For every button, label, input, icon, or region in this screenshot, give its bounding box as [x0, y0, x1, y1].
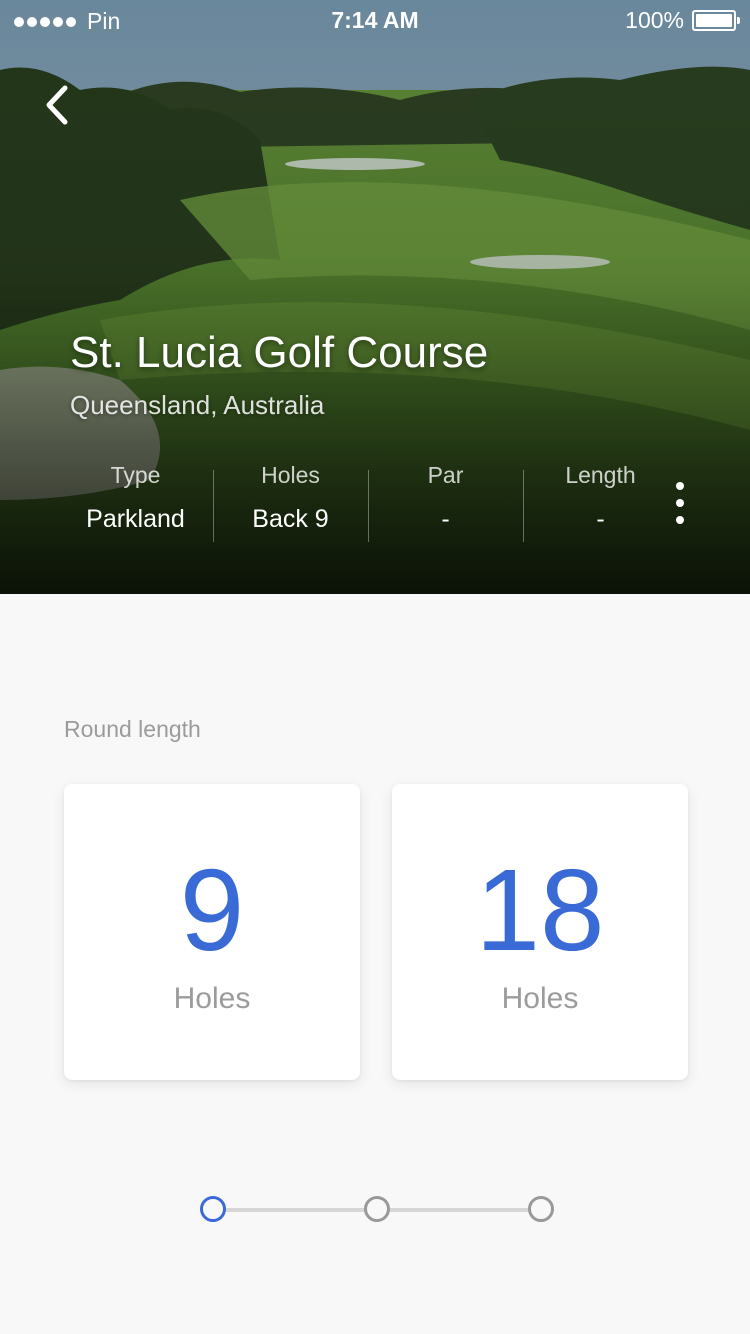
step-1-indicator[interactable]: [200, 1196, 226, 1222]
more-options-button[interactable]: [664, 478, 696, 528]
more-vertical-icon: [676, 516, 684, 524]
chevron-left-icon: [46, 85, 68, 125]
back-button[interactable]: [38, 82, 78, 130]
hole-count: 18: [475, 845, 605, 975]
stat-value: Back 9: [252, 505, 329, 533]
battery-percent: 100%: [625, 7, 684, 33]
stat-value: -: [596, 505, 605, 533]
step-3-indicator[interactable]: [528, 1196, 554, 1222]
round-option-18-holes[interactable]: 18 Holes: [392, 784, 688, 1080]
round-length-label: Round length: [64, 716, 201, 742]
hole-unit: Holes: [173, 982, 251, 1015]
progress-stepper: [200, 1196, 556, 1224]
stat-value: Parkland: [86, 505, 185, 533]
course-hero: Pin 7:14 AM 100% St. Lucia Golf Course Q…: [0, 0, 750, 594]
stat-value: -: [441, 505, 450, 533]
status-bar: Pin 7:14 AM 100%: [0, 0, 750, 40]
more-vertical-icon: [676, 499, 684, 507]
stat-label: Par: [427, 462, 464, 488]
course-stats: Type Parkland Holes Back 9 Par - Length …: [58, 458, 678, 548]
stat-length: Length -: [523, 458, 678, 548]
battery-info: 100%: [625, 7, 740, 34]
hole-count: 9: [179, 845, 245, 975]
hole-unit: Holes: [501, 982, 579, 1015]
round-option-9-holes[interactable]: 9 Holes: [64, 784, 360, 1080]
more-vertical-icon: [676, 482, 684, 490]
course-location: Queensland, Australia: [70, 390, 325, 420]
stat-type: Type Parkland: [58, 458, 213, 548]
stat-label: Length: [565, 462, 636, 488]
battery-icon: [692, 10, 740, 31]
stat-par: Par -: [368, 458, 523, 548]
course-name: St. Lucia Golf Course: [70, 328, 489, 377]
stat-holes: Holes Back 9: [213, 458, 368, 548]
stat-label: Type: [110, 462, 161, 488]
stat-label: Holes: [261, 462, 320, 488]
step-2-indicator[interactable]: [364, 1196, 390, 1222]
